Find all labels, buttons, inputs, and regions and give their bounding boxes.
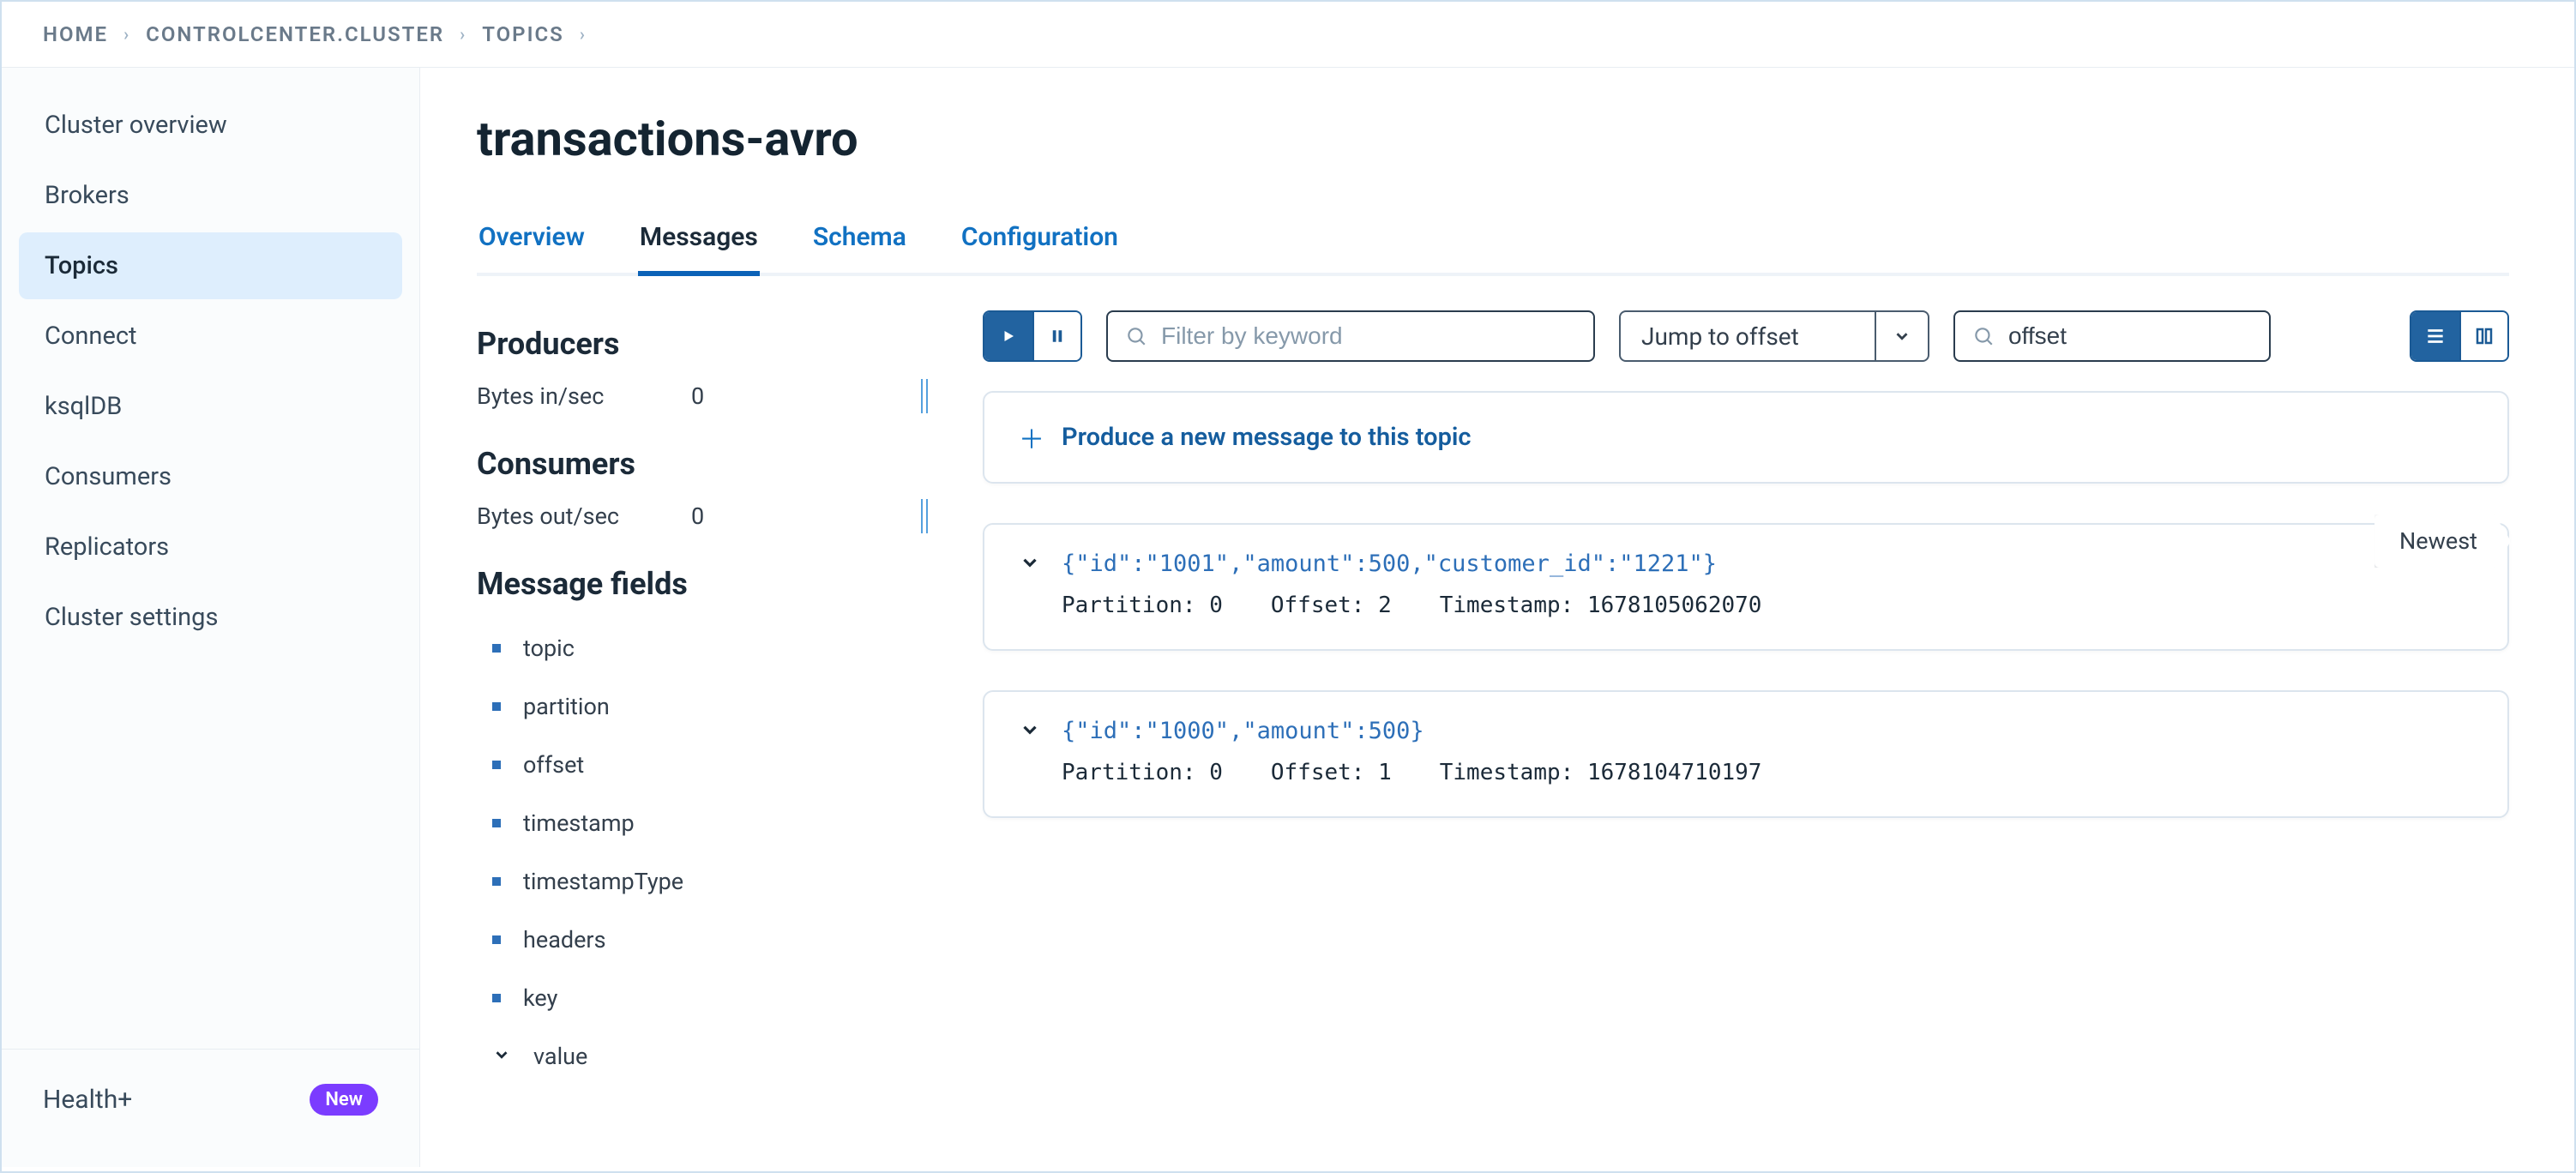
- field-label: offset: [523, 751, 584, 779]
- main-content: transactions-avro Overview Messages Sche…: [420, 68, 2574, 1167]
- plus-icon: ＋: [1019, 418, 1044, 456]
- expand-button[interactable]: [1019, 719, 1041, 744]
- bullet-icon: [492, 819, 501, 827]
- tabs: Overview Messages Schema Configuration: [477, 219, 2509, 276]
- tab-configuration[interactable]: Configuration: [960, 222, 1120, 276]
- message-json: {"id":"1001","amount":500,"customer_id":…: [1062, 550, 1717, 577]
- filter-keyword-input[interactable]: [1161, 322, 1576, 350]
- sparkline-icon: [914, 379, 931, 413]
- bullet-icon: [492, 994, 501, 1002]
- message-meta: Partition: 0 Offset: 1 Timestamp: 167810…: [1062, 760, 2473, 785]
- bytes-out-label: Bytes out/sec: [477, 502, 691, 530]
- sidebar-item-connect[interactable]: Connect: [19, 303, 402, 370]
- field-item-headers[interactable]: headers: [477, 911, 931, 969]
- message-fields-list: topic partition offset timestamp timesta…: [477, 619, 931, 1086]
- breadcrumb-topics[interactable]: TOPICS: [482, 22, 564, 46]
- bullet-icon: [492, 761, 501, 769]
- sidebar-item-topics[interactable]: Topics: [19, 232, 402, 299]
- sidebar-item-consumers[interactable]: Consumers: [19, 443, 402, 510]
- produce-message-button[interactable]: ＋ Produce a new message to this topic: [983, 391, 2509, 484]
- sidebar-item-health[interactable]: Health+ New: [2, 1049, 419, 1167]
- sidebar-item-cluster-overview[interactable]: Cluster overview: [19, 92, 402, 159]
- field-item-timestamptype[interactable]: timestampType: [477, 852, 931, 911]
- view-toggle-group: [2410, 310, 2509, 362]
- field-label: timestampType: [523, 868, 683, 895]
- filter-keyword-wrap[interactable]: [1106, 310, 1595, 362]
- producers-heading: Producers: [477, 326, 931, 362]
- expand-button[interactable]: [1019, 551, 1041, 577]
- field-label: timestamp: [523, 809, 635, 837]
- offset-input[interactable]: [2008, 322, 2252, 350]
- field-item-topic[interactable]: topic: [477, 619, 931, 677]
- field-item-timestamp[interactable]: timestamp: [477, 794, 931, 852]
- column-view-button[interactable]: [2459, 312, 2507, 360]
- sidebar-item-brokers[interactable]: Brokers: [19, 162, 402, 229]
- health-label: Health+: [43, 1085, 132, 1115]
- bytes-in-label: Bytes in/sec: [477, 382, 691, 410]
- bullet-icon: [492, 702, 501, 711]
- bytes-out-value: 0: [691, 502, 777, 530]
- sidebar-item-ksqldb[interactable]: ksqlDB: [19, 373, 402, 440]
- bullet-icon: [492, 644, 501, 653]
- new-badge: New: [310, 1084, 378, 1116]
- breadcrumb-cluster[interactable]: CONTROLCENTER.CLUSTER: [146, 22, 444, 46]
- sidebar: Cluster overview Brokers Topics Connect …: [2, 68, 420, 1167]
- list-view-button[interactable]: [2411, 312, 2459, 360]
- jump-dropdown-button[interactable]: [1876, 310, 1929, 362]
- message-card: {"id":"1000","amount":500} Partition: 0 …: [983, 690, 2509, 818]
- jump-to-offset-select[interactable]: Jump to offset: [1619, 310, 1876, 362]
- chevron-down-icon: [492, 1043, 511, 1070]
- bullet-icon: [492, 877, 501, 886]
- consumers-heading: Consumers: [477, 446, 931, 482]
- search-icon: [1972, 325, 1995, 347]
- message-card: Newest {"id":"1001","amount":500,"custom…: [983, 523, 2509, 651]
- bullet-icon: [492, 935, 501, 944]
- page-title: transactions-avro: [477, 111, 2509, 167]
- breadcrumb-home[interactable]: HOME: [43, 22, 108, 46]
- sidebar-item-replicators[interactable]: Replicators: [19, 514, 402, 580]
- message-fields-heading: Message fields: [477, 566, 931, 602]
- field-label: key: [523, 984, 557, 1012]
- breadcrumb: HOME › CONTROLCENTER.CLUSTER › TOPICS ›: [2, 2, 2574, 68]
- sidebar-item-cluster-settings[interactable]: Cluster settings: [19, 584, 402, 651]
- field-label: value: [533, 1043, 587, 1070]
- bytes-in-value: 0: [691, 382, 777, 410]
- message-json: {"id":"1000","amount":500}: [1062, 718, 1424, 744]
- tab-schema[interactable]: Schema: [811, 222, 908, 276]
- field-item-value[interactable]: value: [477, 1027, 931, 1086]
- field-item-offset[interactable]: offset: [477, 736, 931, 794]
- play-pause-group: [983, 310, 1082, 362]
- chevron-right-icon: ›: [460, 24, 466, 45]
- sparkline-icon: [914, 499, 931, 533]
- jump-to-offset-group: Jump to offset: [1619, 310, 1929, 362]
- produce-message-label: Produce a new message to this topic: [1062, 423, 1472, 452]
- tab-overview[interactable]: Overview: [477, 222, 587, 276]
- field-label: headers: [523, 926, 606, 953]
- offset-search-wrap[interactable]: [1953, 310, 2271, 362]
- tab-messages[interactable]: Messages: [638, 222, 760, 276]
- chevron-right-icon: ›: [580, 24, 587, 45]
- field-item-key[interactable]: key: [477, 969, 931, 1027]
- field-label: partition: [523, 693, 610, 720]
- search-icon: [1125, 325, 1147, 347]
- play-button[interactable]: [984, 312, 1032, 360]
- field-item-partition[interactable]: partition: [477, 677, 931, 736]
- chevron-right-icon: ›: [123, 24, 130, 45]
- pause-button[interactable]: [1032, 312, 1080, 360]
- message-meta: Partition: 0 Offset: 2 Timestamp: 167810…: [1062, 593, 2473, 618]
- field-label: topic: [523, 635, 575, 662]
- messages-toolbar: Jump to offset: [983, 310, 2509, 362]
- newest-tag: Newest: [2374, 514, 2511, 568]
